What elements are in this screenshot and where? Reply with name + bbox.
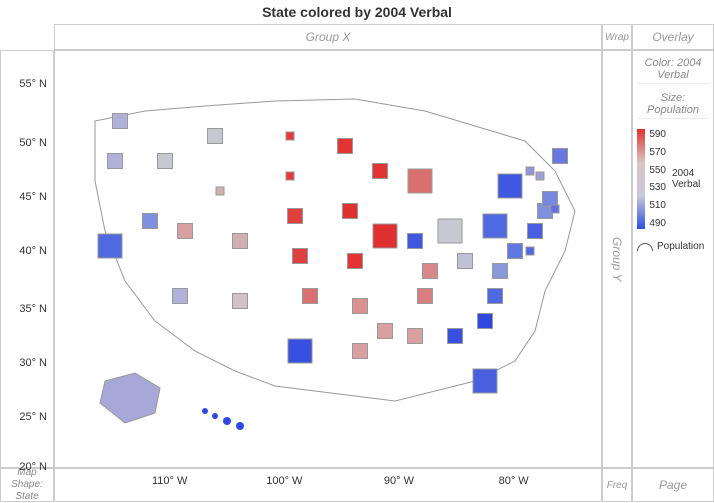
- state-OR: [108, 154, 123, 169]
- us-outline: [95, 99, 575, 401]
- state-MI: [408, 169, 432, 193]
- state-RI: [551, 205, 559, 213]
- population-legend: Population: [637, 241, 709, 252]
- y-tick: 40° N: [19, 245, 47, 257]
- state-LA: [353, 344, 368, 359]
- state-SD: [286, 172, 294, 180]
- legend-panel: Color: 2004 Verbal Size: Population 5905…: [632, 50, 714, 468]
- gradient-ticks: 590 570 550 530 510 490: [649, 129, 666, 229]
- chart-grid: Group X Wrap Overlay 55° N 50° N 45° N 40° …: [0, 24, 714, 502]
- state-ND: [286, 132, 294, 140]
- gradient-bar: [637, 129, 645, 229]
- color-gradient: 590 570 550 530 510 490 2004 Verbal: [637, 129, 709, 229]
- state-NY: [498, 174, 522, 198]
- x-tick: 80° W: [499, 475, 529, 487]
- state-WY: [216, 187, 224, 195]
- state-OK: [303, 289, 318, 304]
- gradient-tick: 590: [649, 129, 666, 140]
- state-IL: [373, 224, 397, 248]
- state-NM: [233, 294, 248, 309]
- gradient-tick: 550: [649, 165, 666, 176]
- map-area[interactable]: [54, 50, 602, 468]
- state-MO: [348, 254, 363, 269]
- state-NJ: [528, 224, 543, 239]
- state-AR: [353, 299, 368, 314]
- state-HI: [202, 408, 244, 430]
- legend-size-header: Size: Population: [637, 90, 709, 119]
- state-IA: [343, 204, 358, 219]
- mapshape-l2: Shape:: [11, 479, 43, 490]
- state-IN: [408, 234, 423, 249]
- gradient-tick: 510: [649, 200, 666, 211]
- x-axis[interactable]: 110° W 100° W 90° W 80° W: [54, 468, 602, 502]
- state-AK: [100, 373, 160, 423]
- state-CA: [98, 234, 122, 258]
- state-VT: [526, 167, 534, 175]
- state-VA: [493, 264, 508, 279]
- map-shape-label[interactable]: Map Shape: State: [0, 468, 54, 502]
- dropzone-freq[interactable]: Freq: [602, 468, 632, 502]
- legend-color-header: Color: 2004 Verbal: [637, 55, 709, 84]
- state-KS: [293, 249, 308, 264]
- mapshape-l3: State: [15, 491, 38, 502]
- y-tick: 20° N: [19, 461, 47, 473]
- state-GA: [448, 329, 463, 344]
- state-ID: [158, 154, 173, 169]
- y-tick: 30° N: [19, 357, 47, 369]
- state-FL: [473, 369, 497, 393]
- state-ME: [553, 149, 568, 164]
- state-AL: [408, 329, 423, 344]
- state-KY: [423, 264, 438, 279]
- x-tick: 90° W: [384, 475, 414, 487]
- state-PA: [483, 214, 507, 238]
- dropzone-page[interactable]: Page: [632, 468, 714, 502]
- us-map-svg: [55, 51, 602, 468]
- state-UT: [178, 224, 193, 239]
- chart-title: State colored by 2004 Verbal: [0, 0, 714, 24]
- state-NH: [536, 172, 544, 180]
- gradient-tick: 490: [649, 218, 666, 229]
- state-TX: [288, 339, 312, 363]
- state-WI: [373, 164, 388, 179]
- state-TN: [418, 289, 433, 304]
- y-axis[interactable]: 55° N50° N45° N40° N35° N30° N25° N20° N: [0, 50, 54, 468]
- state-MD: [508, 244, 523, 259]
- state-NC: [488, 289, 503, 304]
- y-tick: 50° N: [19, 137, 47, 149]
- state-SC: [478, 314, 493, 329]
- x-tick: 110° W: [152, 475, 187, 487]
- state-NE: [288, 209, 303, 224]
- state-MN: [338, 139, 353, 154]
- gradient-tick: 530: [649, 182, 666, 193]
- state-MT: [208, 129, 223, 144]
- dropzone-group-y[interactable]: Group Y: [602, 50, 632, 468]
- dropzone-overlay[interactable]: Overlay: [632, 24, 714, 50]
- population-label: Population: [657, 241, 704, 252]
- x-tick: 100° W: [266, 475, 302, 487]
- gradient-title: 2004 Verbal: [672, 168, 709, 190]
- state-CO: [233, 234, 248, 249]
- y-tick: 45° N: [19, 191, 47, 203]
- state-WA: [113, 114, 128, 129]
- state-AZ: [173, 289, 188, 304]
- y-tick: 35° N: [19, 303, 47, 315]
- state-MS: [378, 324, 393, 339]
- dropzone-wrap[interactable]: Wrap: [602, 24, 632, 50]
- y-tick: 25° N: [19, 411, 47, 423]
- arc-icon: [637, 243, 653, 251]
- gradient-tick: 570: [649, 147, 666, 158]
- state-OH: [438, 219, 462, 243]
- dropzone-group-x[interactable]: Group X: [54, 24, 602, 50]
- state-WV: [458, 254, 473, 269]
- state-DE: [526, 247, 534, 255]
- state-NV: [143, 214, 158, 229]
- y-tick: 55° N: [19, 78, 47, 90]
- state-MA: [543, 192, 558, 207]
